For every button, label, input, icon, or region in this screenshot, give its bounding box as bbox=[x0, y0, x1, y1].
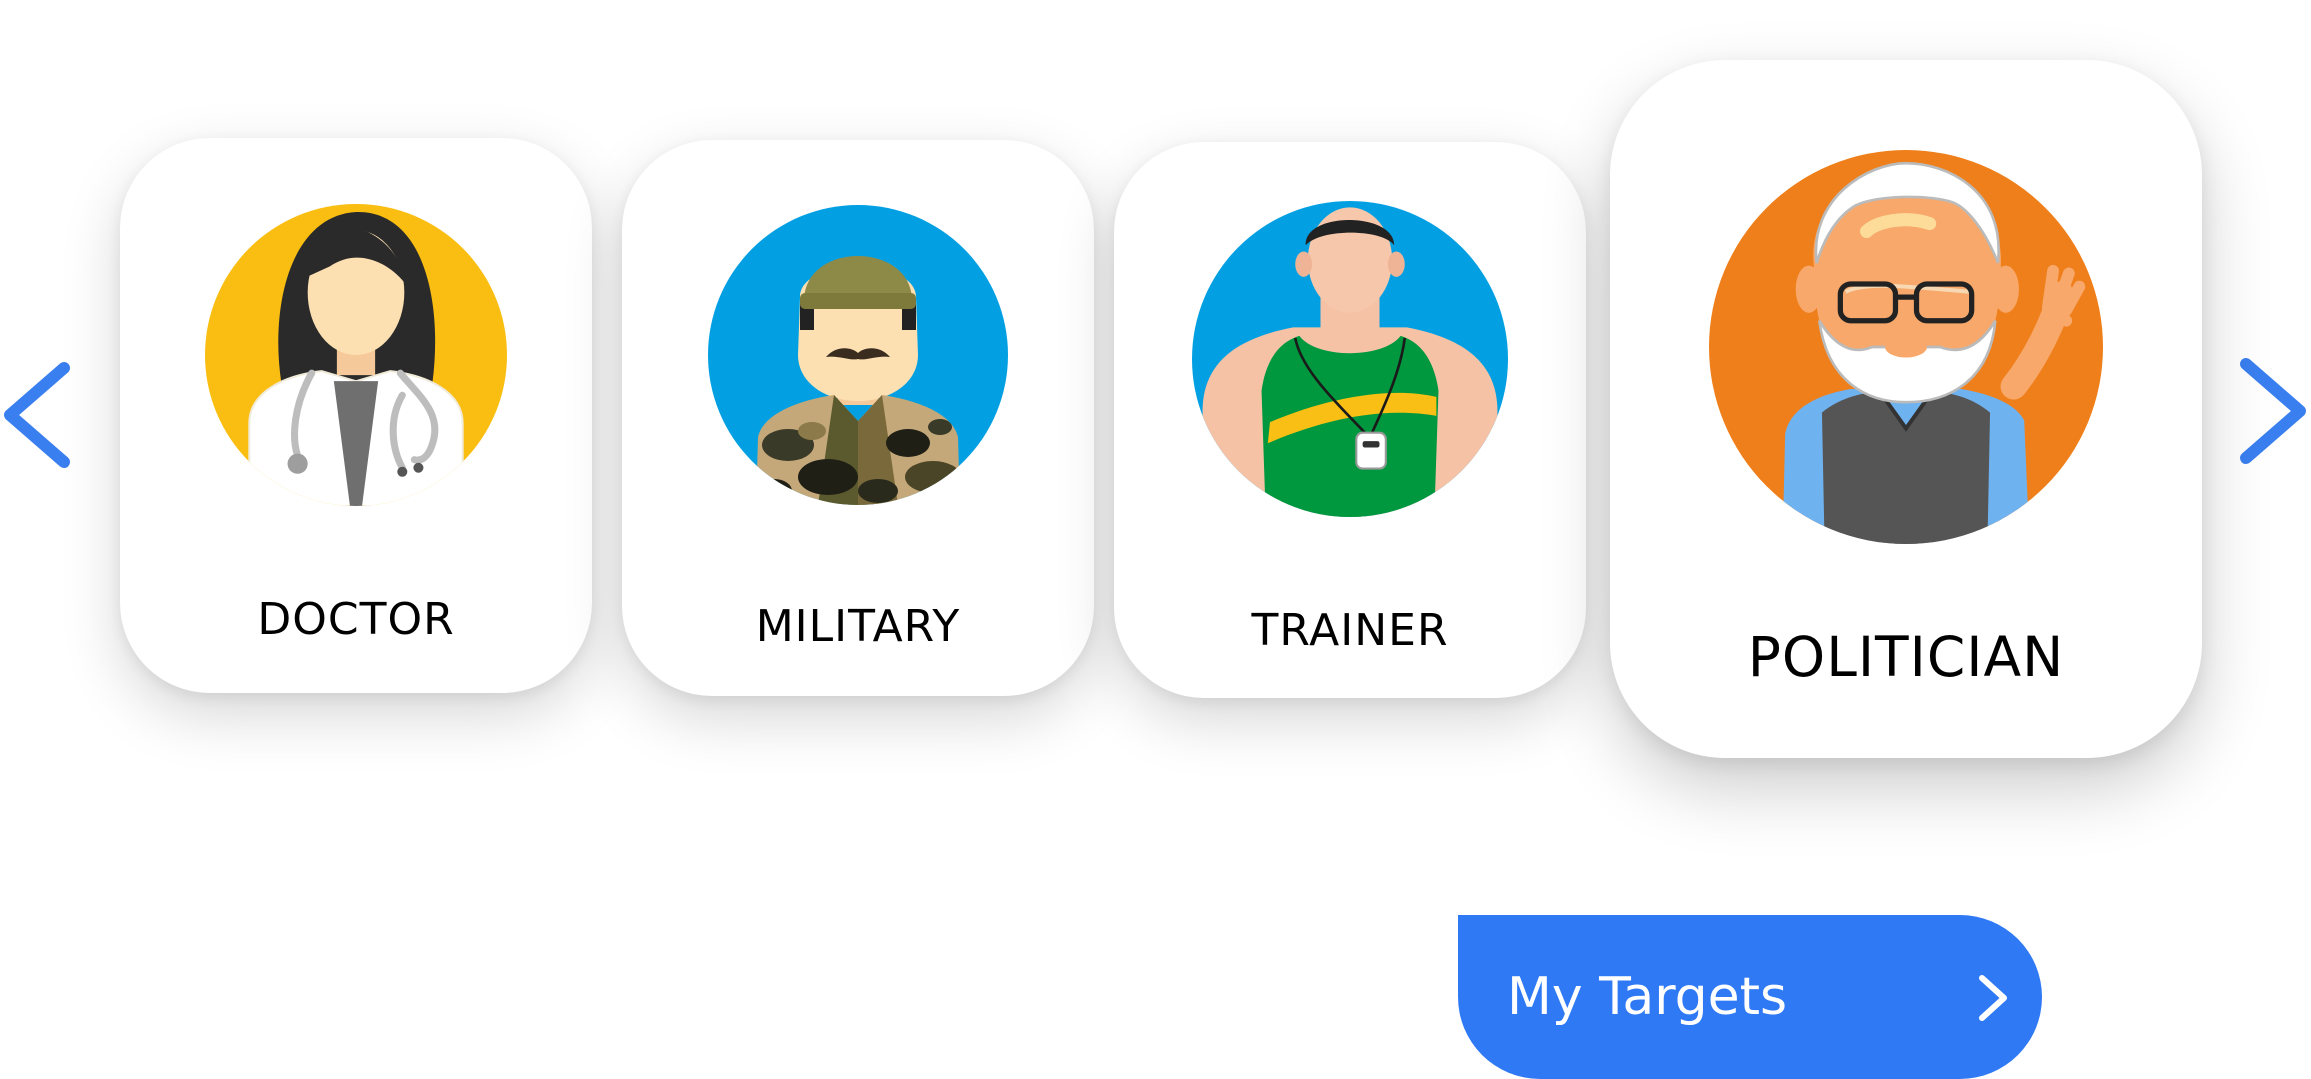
my-targets-button[interactable]: My Targets bbox=[1458, 915, 2042, 1079]
chevron-right-icon bbox=[1976, 973, 2010, 1028]
carousel-prev-button[interactable] bbox=[0, 360, 72, 470]
card-label: TRAINER bbox=[1251, 605, 1449, 656]
card-politician[interactable]: POLITICIAN bbox=[1610, 60, 2202, 758]
card-military[interactable]: MILITARY bbox=[622, 140, 1094, 696]
chevron-left-icon bbox=[4, 362, 70, 468]
card-trainer[interactable]: TRAINER bbox=[1114, 142, 1586, 698]
carousel-next-button[interactable] bbox=[2238, 356, 2310, 466]
military-avatar-icon bbox=[708, 205, 1008, 505]
chevron-right-icon bbox=[2240, 358, 2306, 464]
card-doctor[interactable]: DOCTOR bbox=[120, 138, 592, 693]
card-label: POLITICIAN bbox=[1747, 625, 2065, 689]
card-label: MILITARY bbox=[755, 601, 961, 652]
trainer-avatar-icon bbox=[1192, 201, 1508, 517]
doctor-avatar-icon bbox=[205, 204, 507, 506]
politician-avatar-icon bbox=[1709, 150, 2103, 544]
my-targets-label: My Targets bbox=[1507, 967, 1788, 1027]
card-label: DOCTOR bbox=[257, 594, 455, 645]
